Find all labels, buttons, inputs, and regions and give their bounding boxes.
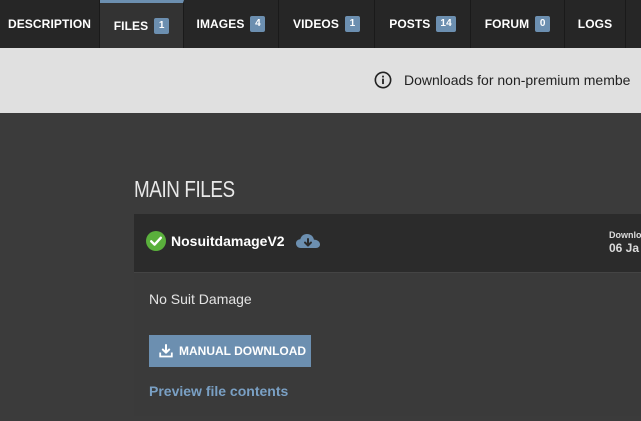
- count-badge: 14: [436, 16, 456, 32]
- tab-label: Description: [7, 17, 92, 31]
- download-icon: [159, 344, 173, 358]
- manual-download-label: MANUAL DOWNLOAD: [179, 344, 307, 358]
- tab-posts[interactable]: Posts 14: [375, 0, 471, 48]
- file-header: NosuitdamageV2 Downlo 06 Ja: [134, 214, 641, 273]
- tab-logs[interactable]: Logs: [565, 0, 626, 48]
- info-circle-icon: [374, 71, 392, 89]
- section-title: MAIN FILES: [134, 176, 235, 202]
- count-badge: 0: [535, 16, 551, 32]
- check-circle-icon: [146, 231, 166, 251]
- notice-bar: Downloads for non-premium membe: [0, 48, 641, 113]
- preview-file-contents-link[interactable]: Preview file contents: [149, 383, 288, 399]
- notice-text: Downloads for non-premium membe: [404, 72, 631, 88]
- count-badge: 4: [250, 16, 266, 32]
- file-name: NosuitdamageV2: [171, 233, 285, 249]
- cloud-download-icon[interactable]: [295, 231, 321, 251]
- tab-label: Logs: [577, 17, 613, 31]
- tab-label: Forum: [484, 17, 530, 31]
- file-description: No Suit Damage: [149, 291, 252, 307]
- tab-files[interactable]: Files 1: [100, 0, 184, 48]
- tab-label: Videos: [293, 17, 339, 31]
- tab-label: Images: [196, 17, 245, 31]
- tab-description[interactable]: Description: [0, 0, 100, 48]
- date-value: 06 Ja: [609, 241, 640, 255]
- tab-label: Posts: [389, 17, 431, 31]
- date-label: Downlo: [609, 230, 641, 240]
- count-badge: 1: [344, 16, 360, 32]
- file-card: NosuitdamageV2 Downlo 06 Ja No Suit Dama…: [134, 214, 641, 416]
- tab-label: Files: [113, 18, 149, 33]
- manual-download-button[interactable]: MANUAL DOWNLOAD: [149, 335, 311, 367]
- tab-forum[interactable]: Forum 0: [471, 0, 565, 48]
- tab-images[interactable]: Images 4: [184, 0, 279, 48]
- count-badge: 1: [154, 17, 170, 34]
- tab-bar: Description Files 1 Images 4 Videos 1 Po…: [0, 0, 641, 48]
- tab-videos[interactable]: Videos 1: [279, 0, 375, 48]
